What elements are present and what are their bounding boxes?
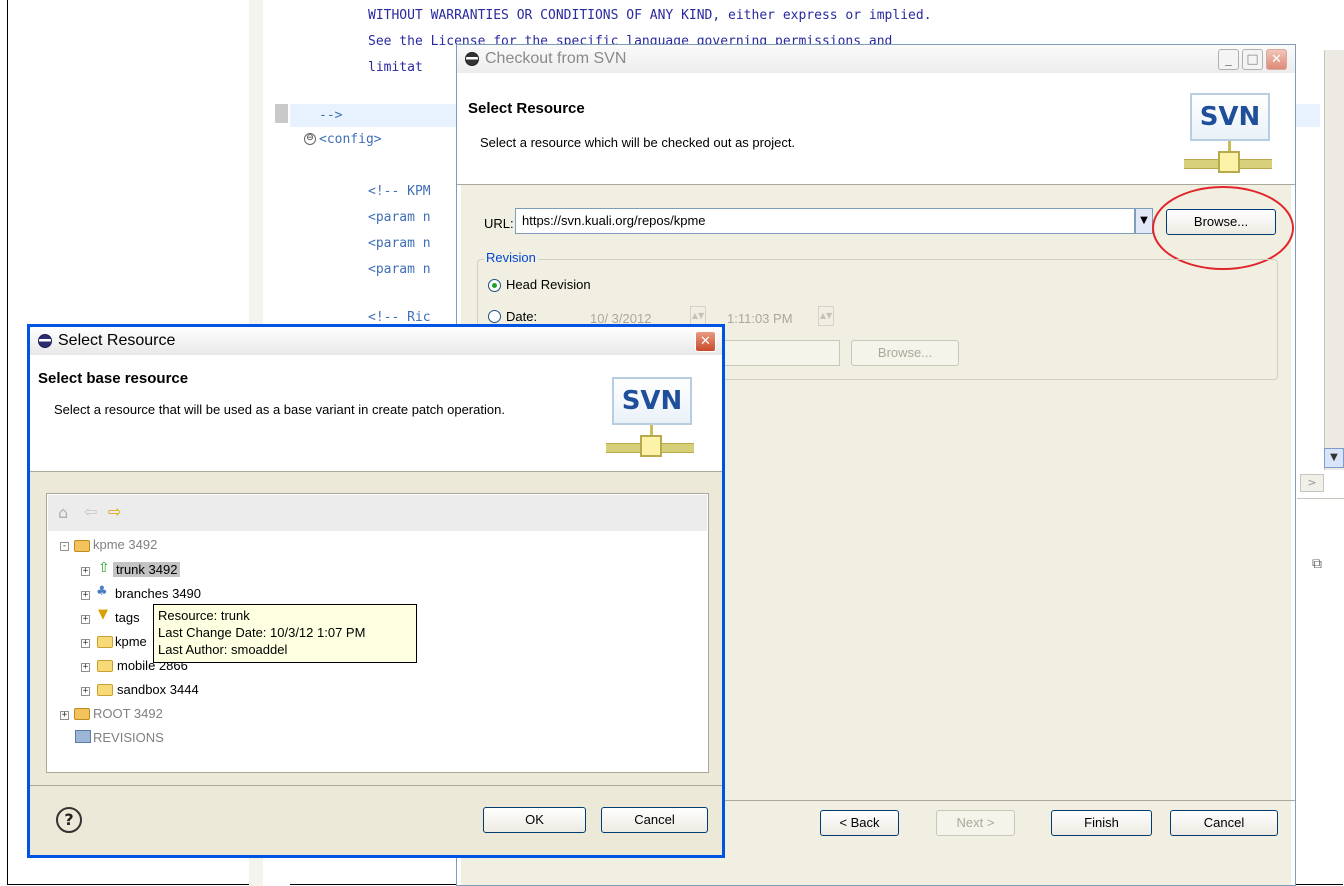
checkout-titlebar[interactable]: Checkout from SVN _ □ ✕ (457, 45, 1295, 73)
tree-node-kpme[interactable]: kpme 3492 (93, 536, 157, 554)
checkout-cancel-button[interactable]: Cancel (1170, 810, 1278, 836)
code-line: <config> (319, 132, 382, 147)
folder-icon (97, 684, 113, 696)
revisions-icon (75, 730, 91, 743)
back-button[interactable]: < Back (820, 810, 899, 836)
chevron-down-icon[interactable]: ▼ (1135, 208, 1153, 234)
revision-legend: Revision (484, 250, 538, 265)
svn-logo-text: SVN (612, 377, 692, 425)
branches-icon: ♣ (96, 584, 108, 599)
scroll-down-icon[interactable]: ▼ (1324, 448, 1344, 468)
gutter-marker (275, 104, 288, 123)
svn-logo: SVN (606, 373, 694, 465)
eclipse-icon (38, 334, 52, 348)
code-line: <!-- KPM (368, 184, 431, 199)
fold-toggle-icon[interactable]: ⊖ (304, 133, 316, 145)
code-line: WITHOUT WARRANTIES OR CONDITIONS OF ANY … (368, 8, 932, 23)
ok-button[interactable]: OK (483, 807, 586, 833)
collapse-icon[interactable]: - (60, 542, 69, 551)
expand-icon[interactable]: + (60, 711, 69, 720)
url-input[interactable]: https://svn.kuali.org/repos/kpme (515, 208, 1135, 234)
date-spinner-icon[interactable]: ▲▼ (690, 306, 706, 326)
head-revision-label: Head Revision (506, 277, 591, 292)
maximize-button[interactable]: □ (1242, 49, 1263, 70)
code-line: limitat (368, 60, 423, 75)
tooltip-change-date: Last Change Date: 10/3/12 1:07 PM (158, 625, 366, 640)
tree-node-revisions[interactable]: REVISIONS (93, 729, 164, 747)
tooltip-author: Last Author: smoaddel (158, 642, 288, 657)
root-folder-icon (74, 708, 90, 720)
expand-icon[interactable]: + (81, 687, 90, 696)
browse-revision-button[interactable]: Browse... (851, 340, 959, 366)
editor-vertical-scrollbar[interactable] (1324, 50, 1344, 470)
tree-node-trunk[interactable]: trunk 3492 (113, 561, 181, 579)
code-line: <param n (368, 262, 431, 277)
tree-node-sandbox[interactable]: sandbox 3444 (117, 681, 199, 699)
dialog-header-title: Select base resource (38, 370, 189, 387)
window-title: Checkout from SVN (485, 50, 627, 67)
select-titlebar[interactable]: Select Resource ✕ (30, 327, 722, 355)
page-title: Select Resource (468, 100, 585, 117)
expand-icon[interactable]: + (81, 663, 90, 672)
panel-toolbar-icons[interactable]: ⧉ (1312, 556, 1322, 572)
code-line: --> (319, 108, 343, 123)
resource-tooltip: Resource: trunk Last Change Date: 10/3/1… (153, 604, 417, 663)
expand-icon[interactable]: + (81, 567, 90, 576)
date-label: Date: (506, 309, 538, 324)
tree-node-tags[interactable]: tags (115, 609, 140, 627)
dialog-title: Select Resource (58, 332, 176, 349)
page-description: Select a resource which will be checked … (480, 135, 796, 150)
footer-separator (30, 785, 722, 786)
time-spinner-icon[interactable]: ▲▼ (818, 306, 834, 326)
tree-node-root[interactable]: ROOT 3492 (93, 705, 163, 723)
select-resource-dialog: Select Resource ✕ Select base resource S… (27, 324, 725, 858)
close-button[interactable]: ✕ (695, 331, 716, 352)
maximize-panel-icon[interactable]: ⧉ (1312, 556, 1322, 572)
close-button[interactable]: ✕ (1266, 49, 1287, 70)
url-label: URL: (484, 216, 514, 231)
annotation-circle (1152, 186, 1294, 270)
trunk-icon: ⇧ (98, 560, 110, 576)
date-radio[interactable] (488, 310, 501, 323)
panel-divider (1297, 498, 1344, 499)
select-cancel-button[interactable]: Cancel (601, 807, 708, 833)
expand-icon[interactable]: + (81, 639, 90, 648)
repository-icon (74, 540, 90, 552)
revision-input[interactable] (722, 340, 840, 366)
tree-node-trunk-label: trunk 3492 (113, 562, 181, 577)
minimize-button[interactable]: _ (1218, 49, 1239, 70)
scroll-right-icon[interactable]: > (1300, 474, 1324, 492)
tree-node-kpme-folder[interactable]: kpme (115, 633, 147, 651)
time-value[interactable]: 1:11:03 PM (727, 311, 793, 326)
dialog-header: Select base resource Select a resource t… (30, 355, 722, 472)
tag-icon: ▼ (98, 607, 108, 622)
next-button[interactable]: Next > (936, 810, 1015, 836)
eclipse-icon (465, 52, 479, 66)
head-revision-radio[interactable] (488, 279, 501, 292)
home-icon[interactable]: ⌂ (58, 503, 68, 522)
help-icon[interactable]: ? (56, 807, 82, 833)
forward-arrow-icon[interactable]: ⇨ (108, 502, 121, 521)
tooltip-resource: Resource: trunk (158, 608, 250, 623)
svn-logo: SVN (1184, 89, 1272, 181)
folder-icon (97, 636, 113, 648)
expand-icon[interactable]: + (81, 591, 90, 600)
code-line: <!-- Ric (368, 310, 431, 325)
code-line: <param n (368, 236, 431, 251)
back-arrow-icon[interactable]: ⇦ (84, 502, 97, 521)
code-line: <param n (368, 210, 431, 225)
tree-toolbar: ⌂ ⇦ ⇨ (48, 495, 707, 531)
dialog-header-desc: Select a resource that will be used as a… (54, 402, 505, 417)
svn-logo-text: SVN (1190, 93, 1270, 141)
tree-node-branches[interactable]: branches 3490 (115, 585, 201, 603)
finish-button[interactable]: Finish (1051, 810, 1152, 836)
expand-icon[interactable]: + (81, 615, 90, 624)
folder-icon (97, 660, 113, 672)
